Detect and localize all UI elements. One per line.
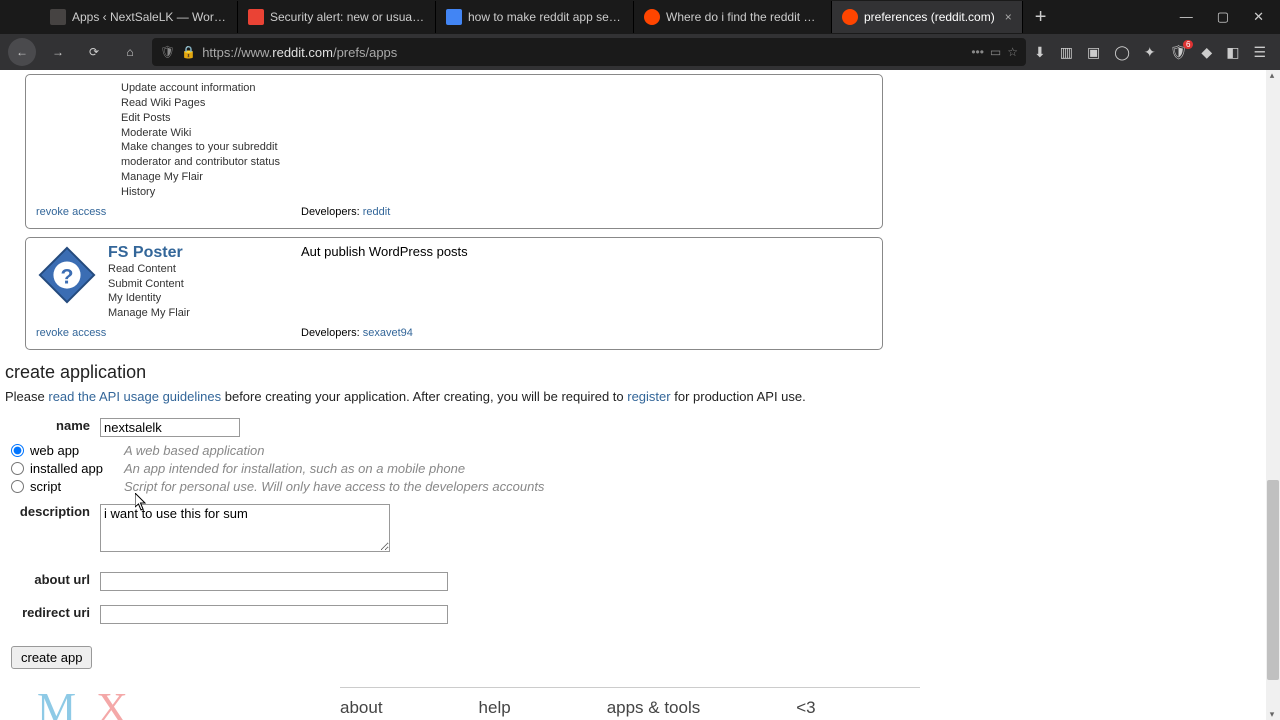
revoke-access-link[interactable]: revoke access: [36, 327, 106, 339]
wordpress-icon: [50, 9, 66, 25]
scroll-down-icon[interactable]: ▾: [1266, 709, 1278, 720]
ext-icon-2[interactable]: ◆: [1201, 44, 1212, 61]
app-card-fsposter: ? FS Poster Read ContentSubmit ContentMy…: [25, 237, 883, 350]
create-app-heading: create application: [5, 362, 1260, 383]
permissions-list: Update account informationRead Wiki Page…: [36, 81, 872, 200]
footer-links: about help apps & tools <3: [340, 687, 920, 718]
more-icon[interactable]: •••: [971, 45, 984, 59]
tab-wordpress[interactable]: Apps ‹ NextSaleLK — WordPress: [40, 1, 238, 33]
gmail-icon: [248, 9, 264, 25]
guideline-text: Please read the API usage guidelines bef…: [5, 389, 1260, 404]
radio-script[interactable]: [11, 480, 24, 493]
download-icon[interactable]: ⬇: [1034, 44, 1046, 61]
description-input[interactable]: [100, 504, 390, 552]
ext-icon-1[interactable]: ✦: [1144, 44, 1156, 61]
app-name: FS Poster: [108, 244, 872, 262]
shield-icon: 🛡: [160, 45, 175, 59]
name-label: name: [5, 418, 100, 433]
reddit-icon: [644, 9, 660, 25]
radio-web-app[interactable]: [11, 444, 24, 457]
tab-google[interactable]: how to make reddit app secret k: [436, 1, 634, 33]
account-icon[interactable]: ◯: [1114, 44, 1130, 61]
api-guidelines-link[interactable]: read the API usage guidelines: [48, 389, 221, 404]
svg-text:?: ?: [60, 264, 73, 288]
minimize-button[interactable]: —: [1180, 9, 1193, 25]
url-bar[interactable]: 🛡 🔒 https://www.reddit.com/prefs/apps ••…: [152, 38, 1026, 66]
permissions-list: Read ContentSubmit ContentMy IdentityMan…: [108, 262, 872, 321]
footer-help[interactable]: help: [479, 698, 511, 718]
developer-link[interactable]: sexavet94: [363, 327, 413, 339]
maximize-button[interactable]: ▢: [1217, 9, 1229, 25]
name-input[interactable]: [100, 418, 240, 437]
radio-installed-app[interactable]: [11, 462, 24, 475]
app-card-reddit: Update account informationRead Wiki Page…: [25, 74, 883, 229]
reader-icon[interactable]: ▭: [990, 45, 1001, 59]
create-app-button[interactable]: create app: [11, 646, 92, 669]
tab-reddit-prefs[interactable]: preferences (reddit.com)×: [832, 1, 1023, 33]
app-description: Aut publish WordPress posts: [301, 244, 468, 259]
close-window-button[interactable]: ✕: [1253, 9, 1264, 25]
footer-about[interactable]: about: [340, 698, 383, 718]
forward-button[interactable]: →: [44, 38, 72, 66]
revoke-access-link[interactable]: revoke access: [36, 206, 106, 218]
adblock-icon[interactable]: 🛡6: [1170, 44, 1188, 61]
nav-bar: ← → ⟳ ⌂ 🛡 🔒 https://www.reddit.com/prefs…: [0, 34, 1280, 70]
about-url-input[interactable]: [100, 572, 448, 591]
reddit-icon: [842, 9, 858, 25]
scroll-up-icon[interactable]: ▴: [1266, 70, 1278, 81]
register-link[interactable]: register: [627, 389, 670, 404]
redirect-uri-label: redirect uri: [5, 605, 100, 620]
page-content: Update account informationRead Wiki Page…: [0, 70, 1280, 720]
library-icon[interactable]: ▥: [1060, 44, 1073, 61]
footer-heart[interactable]: <3: [796, 698, 815, 718]
redirect-uri-input[interactable]: [100, 605, 448, 624]
home-button[interactable]: ⌂: [116, 38, 144, 66]
tab-bar: Apps ‹ NextSaleLK — WordPress Security a…: [0, 0, 1280, 34]
lock-icon: 🔒: [181, 45, 196, 59]
tab-gmail[interactable]: Security alert: new or usual Tw: [238, 1, 436, 33]
about-url-label: about url: [5, 572, 100, 587]
scrollbar-thumb[interactable]: [1267, 480, 1279, 680]
scrollbar[interactable]: ▴ ▾: [1266, 70, 1280, 720]
ext-icon-3[interactable]: ◧: [1226, 44, 1239, 61]
google-icon: [446, 9, 462, 25]
reload-button[interactable]: ⟳: [80, 38, 108, 66]
app-icon: ?: [36, 244, 98, 306]
menu-icon[interactable]: ☰: [1253, 44, 1266, 61]
developer-link[interactable]: reddit: [363, 206, 391, 218]
bookmark-icon[interactable]: ☆: [1007, 45, 1018, 59]
back-button[interactable]: ←: [8, 38, 36, 66]
sidebar-icon[interactable]: ▣: [1087, 44, 1100, 61]
footer-apps[interactable]: apps & tools: [607, 698, 701, 718]
description-label: description: [5, 504, 100, 519]
new-tab-button[interactable]: +: [1023, 6, 1059, 29]
close-tab-icon[interactable]: ×: [1005, 10, 1012, 24]
tab-reddit-where[interactable]: Where do i find the reddit client: [634, 1, 832, 33]
